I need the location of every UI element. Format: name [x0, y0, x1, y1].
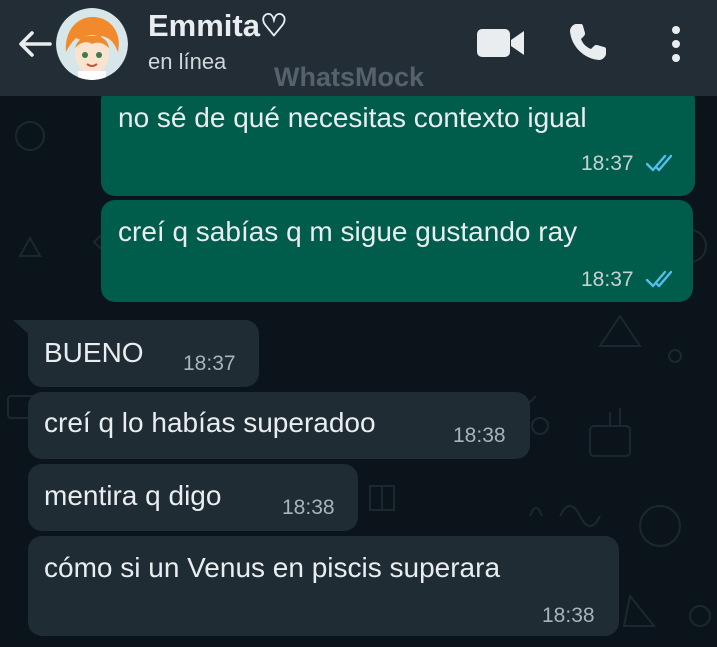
message-bubble[interactable]: BUENO 18:37: [28, 320, 259, 387]
message-time: 18:37: [183, 352, 236, 375]
message-bubble[interactable]: creí q sabías q m sigue gustando ray 18:…: [101, 200, 693, 302]
message-text: mentira q digo: [44, 480, 222, 511]
watermark: WhatsMock: [274, 62, 425, 92]
back-arrow-icon[interactable]: [14, 24, 54, 64]
message-text: no sé de qué necesitas contexto igual: [118, 102, 587, 133]
message-text: BUENO: [44, 337, 144, 368]
message-bubble[interactable]: mentira q digo 18:38: [28, 464, 358, 531]
message-time: 18:37: [581, 152, 634, 175]
contact-name[interactable]: Emmita♡: [148, 8, 288, 44]
contact-status: en línea: [148, 49, 227, 74]
message-time: 18:38: [453, 424, 506, 447]
message-time: 18:38: [542, 604, 595, 627]
chat-area: no sé de qué necesitas contexto igual 18…: [0, 96, 717, 647]
message-bubble[interactable]: no sé de qué necesitas contexto igual 18…: [101, 96, 695, 196]
message-text: cómo si un Venus en piscis superara: [44, 552, 501, 583]
message-text: creí q sabías q m sigue gustando ray: [118, 216, 578, 247]
message-bubble[interactable]: creí q lo habías superadoo 18:38: [28, 392, 530, 459]
read-receipt-icon: [645, 270, 673, 288]
more-options-icon[interactable]: [666, 22, 686, 66]
voice-call-icon[interactable]: [566, 20, 610, 64]
read-receipt-icon: [645, 154, 673, 172]
avatar[interactable]: [56, 8, 128, 80]
video-call-icon[interactable]: [476, 26, 526, 60]
message-time: 18:38: [282, 496, 335, 519]
message-text: creí q lo habías superadoo: [44, 407, 376, 438]
message-bubble[interactable]: cómo si un Venus en piscis superara 18:3…: [28, 536, 619, 636]
message-time: 18:37: [581, 268, 634, 291]
